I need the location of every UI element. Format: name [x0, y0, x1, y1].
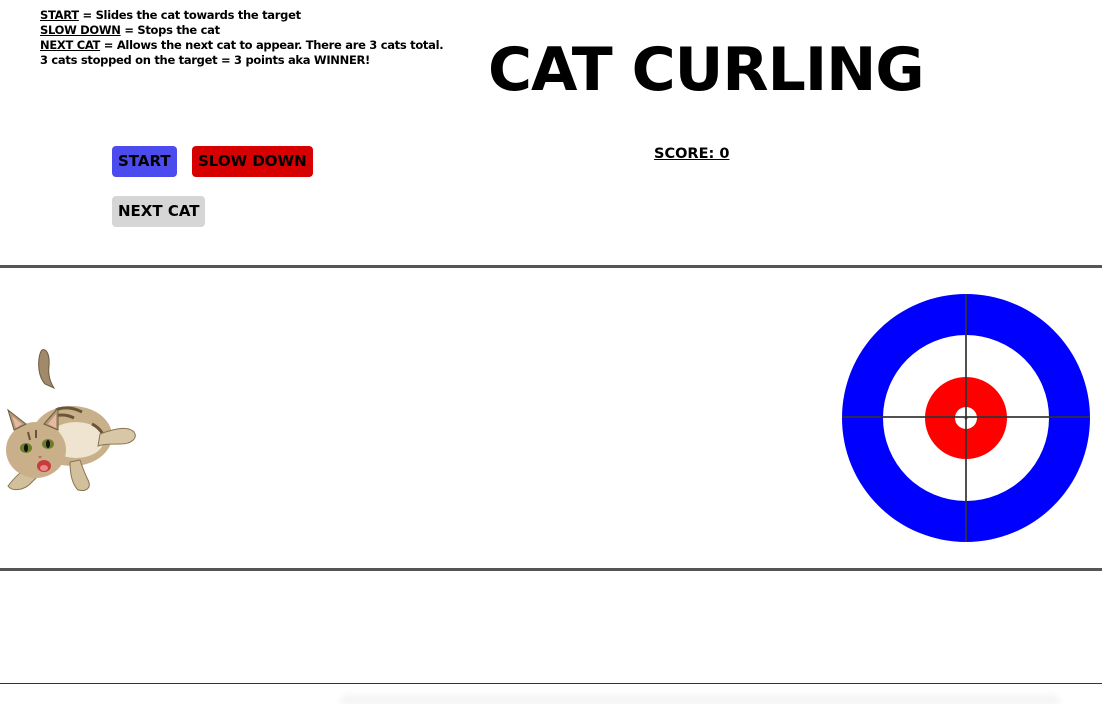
- instruction-slow-key: SLOW DOWN: [40, 23, 121, 37]
- game-title: CAT CURLING: [488, 35, 925, 105]
- instruction-next-cat: NEXT CAT = Allows the next cat to appear…: [40, 38, 444, 53]
- instruction-slow-text: = Stops the cat: [120, 23, 220, 37]
- next-cat-button[interactable]: NEXT CAT: [112, 196, 205, 227]
- instruction-next-text: = Allows the next cat to appear. There a…: [100, 38, 444, 52]
- start-button[interactable]: START: [112, 146, 177, 177]
- footer-shadow: [340, 690, 1060, 704]
- slow-down-button[interactable]: SLOW DOWN: [192, 146, 313, 177]
- track-bottom-border: [0, 568, 1102, 571]
- track-top-border: [0, 265, 1102, 268]
- instruction-winner: 3 cats stopped on the target = 3 points …: [40, 53, 371, 67]
- curling-target-icon: [842, 294, 1090, 542]
- instruction-start-text: = Slides the cat towards the target: [78, 8, 302, 22]
- footer-divider: [0, 683, 1102, 684]
- score-display: SCORE: 0: [654, 146, 730, 162]
- instruction-next-key: NEXT CAT: [40, 38, 101, 52]
- cat-icon: [6, 349, 136, 491]
- instruction-slow-down: SLOW DOWN = Stops the cat: [40, 23, 443, 38]
- instruction-start: START = Slides the cat towards the targe…: [40, 8, 443, 23]
- instructions: START = Slides the cat towards the targe…: [40, 8, 444, 68]
- instruction-start-key: START: [40, 8, 79, 22]
